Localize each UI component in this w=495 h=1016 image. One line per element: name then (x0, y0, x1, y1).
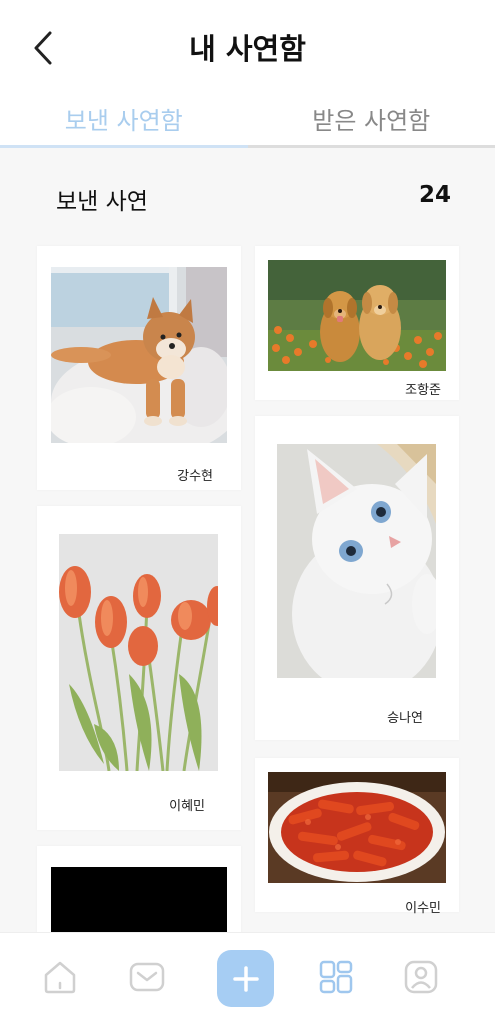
story-card[interactable]: 이수민 (255, 758, 459, 916)
grid-icon (319, 960, 353, 994)
story-card[interactable]: 이혜민 (37, 506, 241, 830)
nav-home[interactable] (40, 957, 80, 997)
story-author: 조항준 (405, 383, 441, 398)
mail-icon (129, 962, 165, 992)
plus-icon (232, 965, 259, 992)
profile-icon (404, 960, 438, 994)
story-photo (59, 534, 218, 771)
tab-received[interactable]: 받은 사연함 (248, 100, 495, 148)
story-author: 강수현 (177, 469, 213, 484)
nav-profile[interactable] (401, 957, 441, 997)
story-author: 승나연 (387, 711, 423, 726)
nav-gallery[interactable] (316, 957, 356, 997)
tab-bar: 보낸 사연함 받은 사연함 (0, 100, 495, 148)
nav-mail[interactable] (127, 957, 167, 997)
bottom-nav (0, 932, 495, 1016)
page-title: 내 사연함 (189, 32, 306, 66)
section-count: 24 (418, 182, 451, 208)
add-story-button[interactable] (217, 950, 274, 1007)
story-photo (268, 260, 446, 371)
home-icon (44, 961, 76, 994)
story-photo (277, 444, 436, 678)
story-card[interactable]: 강수현 (37, 246, 241, 490)
story-photo (268, 772, 446, 883)
story-card[interactable]: 승나연 (255, 416, 459, 740)
story-author: 이혜민 (169, 799, 205, 814)
top-bar: 내 사연함 (0, 0, 495, 100)
tab-sent[interactable]: 보낸 사연함 (0, 100, 248, 148)
story-photo (51, 267, 227, 443)
story-card[interactable]: 조항준 (255, 246, 459, 400)
section-title: 보낸 사연 (56, 189, 148, 215)
story-author: 이수민 (405, 901, 441, 916)
tab-active-indicator (0, 145, 248, 148)
